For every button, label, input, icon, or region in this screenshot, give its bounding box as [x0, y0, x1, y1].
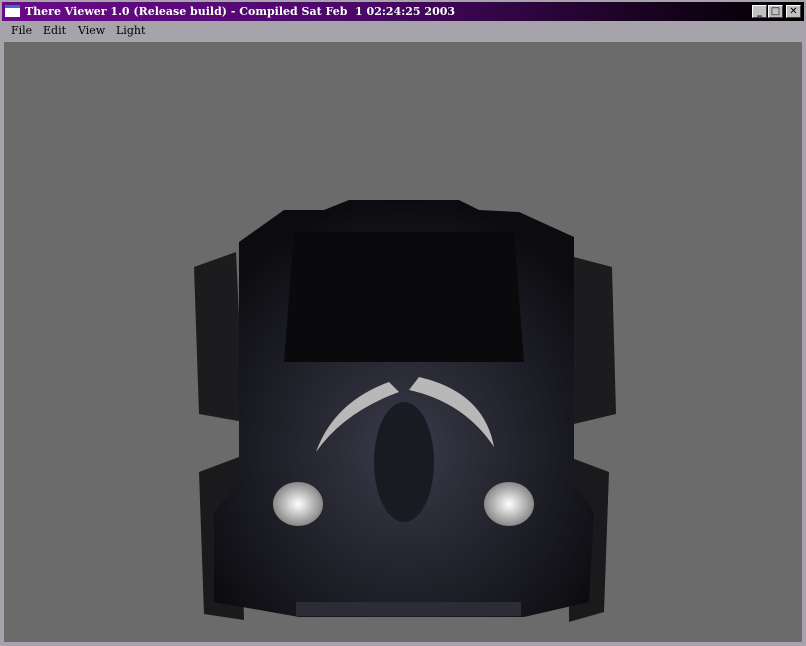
- vehicle-model: [194, 200, 616, 622]
- menu-edit[interactable]: Edit: [41, 21, 68, 41]
- headlight-right: [484, 482, 534, 526]
- bumper: [296, 602, 521, 616]
- close-button[interactable]: ✕: [786, 5, 801, 18]
- minimize-button[interactable]: _: [752, 5, 767, 18]
- wheel: [194, 252, 244, 422]
- maximize-button[interactable]: □: [768, 5, 783, 18]
- headlight-left: [273, 482, 323, 526]
- title-bar[interactable]: There Viewer 1.0 (Release build) - Compi…: [2, 2, 804, 21]
- 3d-viewport[interactable]: [4, 42, 802, 642]
- reaper-figure: [374, 402, 434, 522]
- menu-view[interactable]: View: [76, 21, 107, 41]
- menu-light[interactable]: Light: [114, 21, 147, 41]
- wheel: [574, 257, 616, 424]
- app-icon[interactable]: [5, 5, 20, 17]
- app-window: There Viewer 1.0 (Release build) - Compi…: [0, 0, 806, 644]
- windshield: [284, 232, 524, 362]
- menu-bar: File Edit View Light: [2, 21, 804, 41]
- menu-file[interactable]: File: [9, 21, 34, 41]
- window-title: There Viewer 1.0 (Release build) - Compi…: [25, 5, 456, 18]
